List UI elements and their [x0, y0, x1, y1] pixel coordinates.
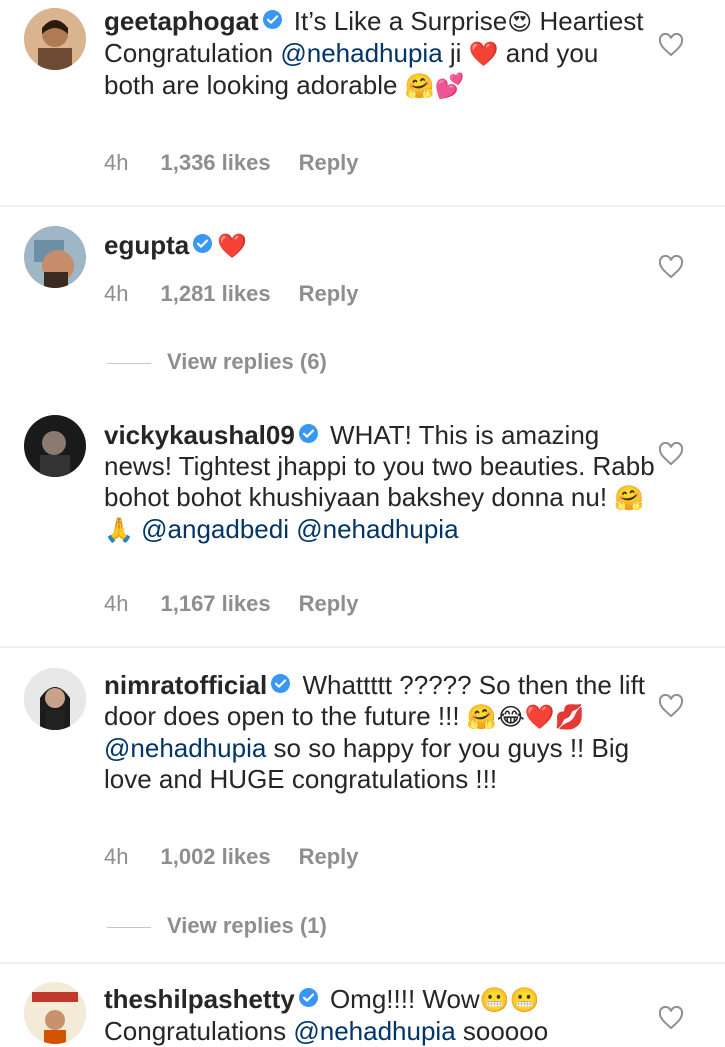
likes-count[interactable]: 1,167 likes [160, 591, 270, 616]
comment-time: 4h [104, 844, 129, 869]
comment-time: 4h [104, 281, 129, 306]
username-link[interactable]: vickykaushal09 [104, 420, 295, 450]
reply-button[interactable]: Reply [299, 844, 359, 869]
verified-badge-icon [298, 424, 318, 443]
heart-outline-icon[interactable] [658, 694, 684, 718]
heart-outline-icon[interactable] [658, 442, 684, 466]
comment-meta: 4h 1,336 likes Reply [104, 150, 387, 176]
comment-time: 4h [104, 150, 129, 175]
emoji: 🤗💕 [404, 72, 465, 100]
avatar-theshilpashetty[interactable] [24, 982, 86, 1044]
divider [0, 205, 725, 207]
comment-body: nimratofficial Whattttt ????? So then th… [104, 670, 655, 795]
verified-badge-icon [271, 674, 291, 693]
comment-body: geetaphogat It’s Like a Surprise😍 Hearti… [104, 6, 655, 102]
likes-count[interactable]: 1,281 likes [160, 281, 270, 306]
comment-text: Congratulations [104, 1016, 294, 1046]
reply-button[interactable]: Reply [299, 591, 359, 616]
comment-meta: 4h 1,281 likes Reply [104, 281, 387, 307]
username-link[interactable]: theshilpashetty [104, 984, 295, 1014]
avatar-geetaphogat[interactable] [24, 8, 86, 70]
comment-meta: 4h 1,002 likes Reply [104, 844, 387, 870]
verified-badge-icon [193, 234, 213, 253]
view-replies-label: View replies (6) [167, 349, 327, 374]
comment-time: 4h [104, 591, 129, 616]
emoji: 😍 [507, 8, 533, 36]
reply-button[interactable]: Reply [299, 150, 359, 175]
divider [0, 962, 725, 964]
likes-count[interactable]: 1,336 likes [160, 150, 270, 175]
avatar-egupta[interactable] [24, 226, 86, 288]
username-link[interactable]: nimratofficial [104, 670, 267, 700]
view-replies-label: View replies (1) [167, 913, 327, 938]
username-link[interactable]: egupta [104, 230, 189, 260]
comment-text: It’s Like a Surprise [286, 6, 508, 36]
emoji: ❤️ [468, 40, 499, 68]
replies-line [107, 926, 151, 928]
verified-badge-icon [262, 10, 282, 29]
view-replies-button[interactable]: View replies (1) [107, 913, 327, 939]
emoji: 🤗😂❤️💋 [466, 703, 585, 731]
heart-outline-icon[interactable] [658, 255, 684, 279]
likes-count[interactable]: 1,002 likes [160, 844, 270, 869]
verified-badge-icon [298, 988, 318, 1007]
comment-text: Omg!!!! Wow [322, 984, 480, 1014]
reply-button[interactable]: Reply [299, 281, 359, 306]
heart-outline-icon[interactable] [658, 1006, 684, 1030]
replies-line [107, 362, 151, 364]
mention-link[interactable]: @nehadhupia [104, 733, 266, 763]
mention-link[interactable]: @angadbedi [141, 514, 289, 544]
comment-meta: 4h 1,167 likes Reply [104, 591, 387, 617]
view-replies-button[interactable]: View replies (6) [107, 349, 327, 375]
emoji: ❤️ [217, 232, 248, 260]
comment-text: sooooo [455, 1016, 549, 1046]
emoji: 😬😬 [479, 986, 540, 1014]
mention-link[interactable]: @nehadhupia [280, 38, 442, 68]
avatar-vickykaushal09[interactable] [24, 415, 86, 477]
comment-text: ji [442, 38, 469, 68]
comment-body: egupta ❤️ [104, 230, 655, 262]
comment-body: theshilpashetty Omg!!!! Wow😬😬 Congratula… [104, 984, 655, 1047]
avatar-nimratofficial[interactable] [24, 668, 86, 730]
mention-link[interactable]: @nehadhupia [296, 514, 458, 544]
heart-outline-icon[interactable] [658, 33, 684, 57]
comment-body: vickykaushal09 WHAT! This is amazing new… [104, 420, 655, 546]
username-link[interactable]: geetaphogat [104, 6, 259, 36]
divider [0, 646, 725, 648]
mention-link[interactable]: @nehadhupia [293, 1016, 455, 1046]
